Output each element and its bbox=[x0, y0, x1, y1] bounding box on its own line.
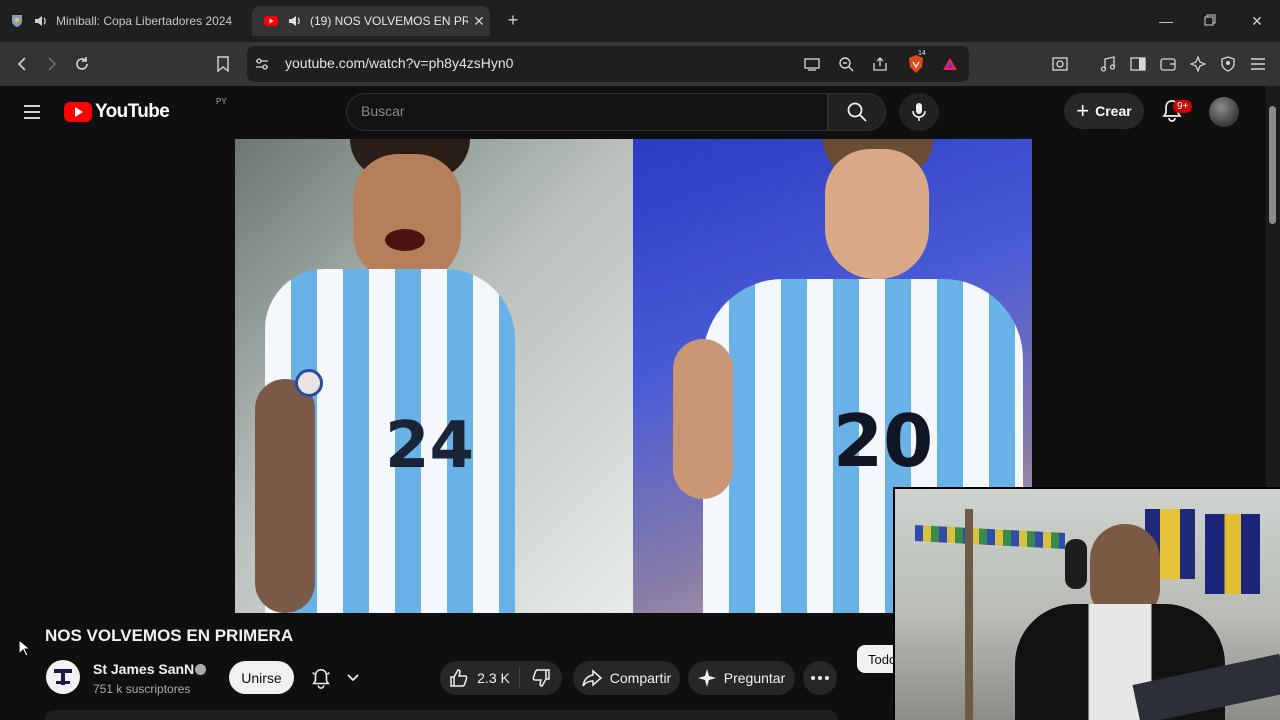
microphone-icon bbox=[912, 103, 926, 121]
description-box[interactable] bbox=[45, 710, 837, 720]
url-text[interactable]: youtube.com/watch?v=ph8y4zsHyn0 bbox=[285, 55, 513, 71]
channel-name[interactable]: St James SanN bbox=[93, 661, 194, 677]
headphones bbox=[1065, 539, 1087, 589]
country-code: PY bbox=[216, 97, 227, 106]
music-icon[interactable] bbox=[1096, 52, 1120, 76]
like-button[interactable]: 2.3 K bbox=[440, 667, 520, 689]
mouse-cursor-icon bbox=[18, 638, 32, 662]
site-favicon-icon bbox=[8, 13, 26, 29]
left-player-image: 24 bbox=[235, 139, 633, 613]
share-icon bbox=[582, 669, 602, 687]
minimize-button[interactable]: — bbox=[1151, 8, 1181, 34]
thumbs-down-icon bbox=[532, 669, 550, 687]
wallet-icon[interactable] bbox=[1156, 52, 1180, 76]
bookmark-icon[interactable] bbox=[211, 52, 235, 76]
join-button[interactable]: Unirse bbox=[229, 661, 294, 694]
like-dislike-group: 2.3 K bbox=[440, 661, 562, 695]
youtube-logo[interactable]: YouTube PY bbox=[64, 97, 227, 123]
hanging-jersey bbox=[1205, 514, 1260, 594]
back-icon[interactable] bbox=[10, 52, 34, 76]
create-label: Crear bbox=[1095, 103, 1132, 119]
decoration-banner bbox=[915, 525, 1065, 549]
ask-label: Preguntar bbox=[723, 670, 786, 686]
share-page-icon[interactable] bbox=[868, 52, 892, 76]
zoom-icon[interactable] bbox=[834, 52, 858, 76]
close-tab-icon[interactable]: ✕ bbox=[468, 13, 490, 30]
reload-icon[interactable] bbox=[70, 52, 94, 76]
brave-rewards-icon[interactable] bbox=[938, 52, 962, 76]
hamburger-menu-icon[interactable] bbox=[20, 100, 44, 124]
shields-count-badge: 14 bbox=[918, 50, 926, 57]
site-settings-icon[interactable] bbox=[250, 52, 274, 76]
create-button[interactable]: + Crear bbox=[1064, 93, 1144, 129]
screenshot-icon[interactable] bbox=[1048, 52, 1072, 76]
thumbs-up-icon bbox=[450, 669, 468, 687]
youtube-play-icon bbox=[64, 102, 92, 122]
video-title: NOS VOLVEMOS EN PRIMERA bbox=[45, 626, 294, 645]
plus-icon: + bbox=[1076, 98, 1090, 123]
menu-icon[interactable] bbox=[1246, 52, 1270, 76]
youtube-favicon-icon bbox=[262, 13, 280, 29]
cast-icon[interactable] bbox=[800, 52, 824, 76]
like-count: 2.3 K bbox=[477, 670, 510, 686]
channel-avatar[interactable] bbox=[46, 660, 80, 694]
sparkle-icon bbox=[697, 669, 716, 687]
vpn-icon[interactable] bbox=[1216, 52, 1240, 76]
subscription-notifications-button[interactable] bbox=[303, 661, 367, 694]
tab-miniball[interactable]: Miniball: Copa Libertadores 2024 bbox=[8, 6, 244, 36]
bell-ring-icon bbox=[312, 668, 330, 689]
right-player-number: 20 bbox=[833, 399, 934, 483]
streamer-webcam-overlay bbox=[893, 487, 1280, 720]
left-player-number: 24 bbox=[385, 409, 475, 483]
verified-icon bbox=[195, 664, 206, 675]
more-horizontal-icon bbox=[811, 676, 829, 680]
sidebar-icon[interactable] bbox=[1126, 52, 1150, 76]
brave-shields-icon[interactable]: 14 bbox=[904, 50, 928, 76]
ask-button[interactable]: Preguntar bbox=[688, 661, 795, 695]
logo-text: YouTube bbox=[95, 101, 170, 122]
search-placeholder: Buscar bbox=[361, 103, 405, 119]
search-input[interactable] bbox=[346, 93, 828, 131]
leo-ai-icon[interactable] bbox=[1186, 52, 1210, 76]
share-button[interactable]: Compartir bbox=[573, 661, 680, 695]
new-tab-button[interactable]: + bbox=[502, 9, 524, 31]
subscriber-count: 751 k suscriptores bbox=[93, 682, 191, 696]
door-frame bbox=[965, 509, 973, 720]
tab-title: (19) NOS VOLVEMOS EN PRIMERA bbox=[310, 14, 468, 28]
dislike-button[interactable] bbox=[520, 668, 562, 688]
search-button[interactable] bbox=[828, 93, 886, 131]
share-label: Compartir bbox=[609, 670, 672, 686]
close-window-button[interactable]: ✕ bbox=[1242, 8, 1272, 34]
speaker-icon bbox=[32, 13, 50, 29]
restore-button[interactable] bbox=[1195, 8, 1225, 34]
tab-youtube-active[interactable]: (19) NOS VOLVEMOS EN PRIMERA ✕ bbox=[252, 6, 490, 36]
forward-icon[interactable] bbox=[40, 52, 64, 76]
more-actions-button[interactable] bbox=[803, 661, 837, 695]
chevron-down-icon bbox=[347, 673, 359, 681]
search-icon bbox=[847, 102, 867, 122]
notifications-badge: 9+ bbox=[1173, 100, 1193, 113]
voice-search-button[interactable] bbox=[899, 93, 939, 131]
tab-title: Miniball: Copa Libertadores 2024 bbox=[56, 14, 233, 28]
scrollbar-thumb[interactable] bbox=[1269, 106, 1276, 224]
user-avatar[interactable] bbox=[1209, 97, 1239, 127]
speaker-icon bbox=[286, 13, 304, 29]
